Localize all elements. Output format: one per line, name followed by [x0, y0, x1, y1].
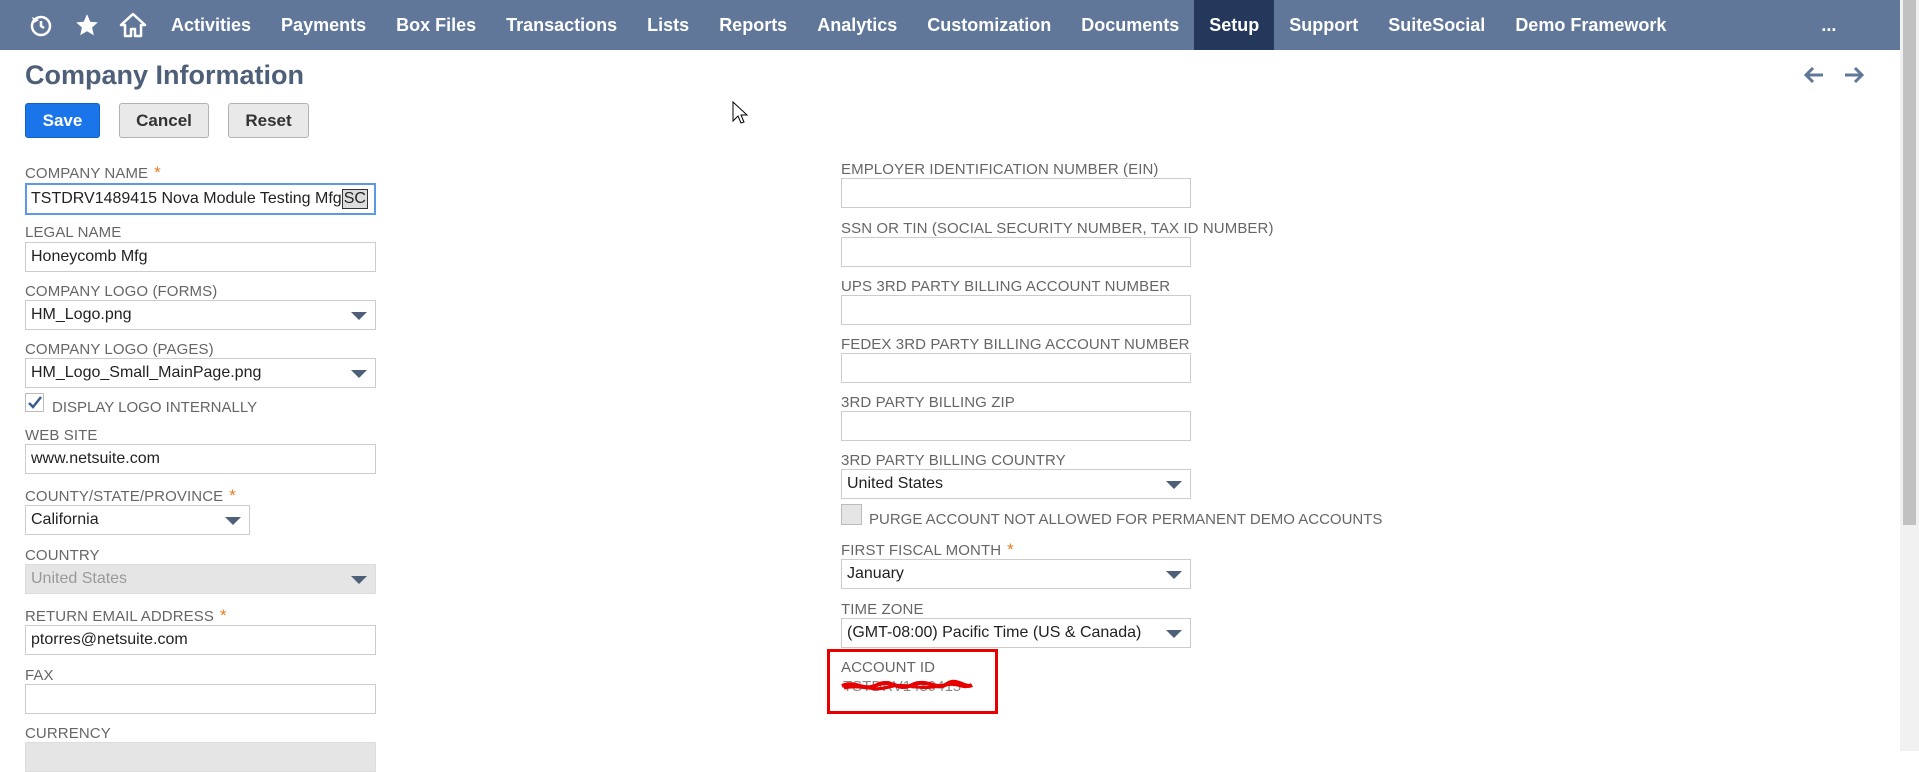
back-arrow-icon[interactable] — [1803, 66, 1826, 86]
web-site-label: Web Site — [25, 427, 98, 444]
nav-payments[interactable]: Payments — [266, 0, 381, 50]
fax-input[interactable] — [25, 684, 376, 714]
page-scrollbar[interactable] — [1900, 0, 1919, 751]
nav-reports[interactable]: Reports — [704, 0, 802, 50]
ssn-input[interactable] — [841, 237, 1191, 267]
return-email-label: Return Email Address * — [25, 606, 227, 625]
nav-analytics[interactable]: Analytics — [802, 0, 912, 50]
nav-documents[interactable]: Documents — [1066, 0, 1194, 50]
nav-suitesocial[interactable]: SuiteSocial — [1373, 0, 1500, 50]
billing-country-label: 3rd Party Billing Country — [841, 452, 1066, 469]
nav-lists[interactable]: Lists — [632, 0, 704, 50]
mouse-cursor-icon — [732, 100, 749, 130]
nav-box-files[interactable]: Box Files — [381, 0, 491, 50]
chevron-down-icon — [351, 370, 367, 378]
legal-name-input[interactable]: Honeycomb Mfg — [25, 242, 376, 272]
currency-select — [25, 742, 376, 772]
fiscal-month-label: First Fiscal Month * — [841, 540, 1014, 559]
billing-zip-label: 3rd Party Billing Zip — [841, 394, 1015, 411]
chevron-down-icon — [1166, 571, 1182, 579]
time-zone-label: Time Zone — [841, 601, 924, 618]
ssn-label: SSN or TIN (Social Security Number, Tax … — [841, 220, 1274, 237]
cancel-button[interactable]: Cancel — [119, 103, 209, 138]
ups-label: UPS 3rd Party Billing Account Number — [841, 278, 1171, 295]
logo-forms-label: Company Logo (Forms) — [25, 283, 218, 300]
nav-demo-framework[interactable]: Demo Framework — [1500, 0, 1681, 50]
star-icon[interactable] — [64, 0, 110, 50]
nav-more-button[interactable]: ... — [1821, 15, 1836, 36]
ein-label: Employer Identification Number (EIN) — [841, 161, 1159, 178]
country-select: United States — [25, 564, 376, 594]
return-email-input[interactable]: ptorres@netsuite.com — [25, 625, 376, 655]
logo-pages-select[interactable]: HM_Logo_Small_MainPage.png — [25, 358, 376, 388]
company-name-input[interactable]: TSTDRV1489415 Nova Module Testing Mfg SC — [25, 183, 376, 215]
purge-label: Purge Account Not Allowed for Permanent … — [869, 511, 1383, 528]
fedex-input[interactable] — [841, 353, 1191, 383]
chevron-down-icon — [351, 312, 367, 320]
save-button[interactable]: Save — [25, 103, 100, 138]
time-zone-select[interactable]: (GMT-08:00) Pacific Time (US & Canada) — [841, 618, 1191, 648]
ups-input[interactable] — [841, 295, 1191, 325]
chevron-down-icon — [1166, 630, 1182, 638]
billing-zip-input[interactable] — [841, 411, 1191, 441]
logo-forms-select[interactable]: HM_Logo.png — [25, 300, 376, 330]
currency-label: Currency — [25, 725, 111, 742]
nav-transactions[interactable]: Transactions — [491, 0, 632, 50]
legal-name-label: Legal Name — [25, 224, 122, 241]
fiscal-month-select[interactable]: January — [841, 559, 1191, 589]
nav-activities[interactable]: Activities — [156, 0, 266, 50]
state-select[interactable]: California — [25, 505, 250, 535]
reset-button[interactable]: Reset — [228, 103, 309, 138]
top-nav-bar: Activities Payments Box Files Transactio… — [0, 0, 1900, 50]
recent-icon[interactable] — [18, 0, 64, 50]
state-label: County/State/Province * — [25, 486, 236, 505]
purge-checkbox[interactable] — [841, 504, 862, 525]
home-icon[interactable] — [110, 0, 156, 50]
checkmark-icon — [28, 396, 42, 409]
billing-country-select[interactable]: United States — [841, 469, 1191, 499]
country-label: Country — [25, 547, 100, 564]
chevron-down-icon — [351, 576, 367, 584]
scrollbar-thumb[interactable] — [1903, 0, 1916, 525]
display-logo-label: Display Logo Internally — [52, 399, 258, 416]
forward-arrow-icon[interactable] — [1844, 66, 1866, 86]
display-logo-checkbox[interactable] — [25, 393, 44, 412]
fax-label: Fax — [25, 667, 54, 684]
page-title: Company Information — [25, 60, 305, 90]
logo-pages-label: Company Logo (Pages) — [25, 341, 214, 358]
web-site-input[interactable]: www.netsuite.com — [25, 444, 376, 474]
chevron-down-icon — [1166, 481, 1182, 489]
fedex-label: FedEx 3rd Party Billing Account Number — [841, 336, 1190, 353]
company-name-label: Company Name * — [25, 163, 161, 182]
nav-setup[interactable]: Setup — [1194, 0, 1275, 50]
ein-input[interactable] — [841, 178, 1191, 208]
chevron-down-icon — [225, 517, 241, 525]
highlight-box — [827, 649, 998, 714]
nav-customization[interactable]: Customization — [912, 0, 1066, 50]
nav-support[interactable]: Support — [1274, 0, 1373, 50]
